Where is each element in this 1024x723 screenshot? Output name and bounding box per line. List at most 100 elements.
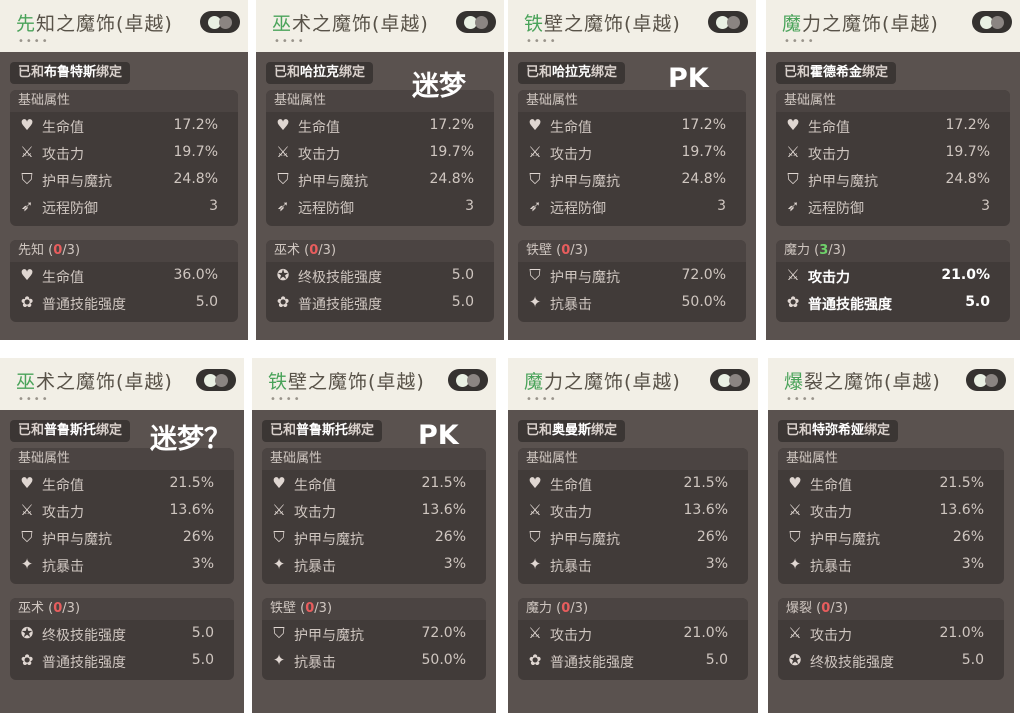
section-title: 铁壁 (0/3) (518, 240, 746, 262)
shield-icon: ⛉ (21, 170, 33, 188)
stat-row: ✿ 普通技能强度 5.0 (10, 289, 238, 316)
set-count-close: ) (840, 243, 847, 258)
lock-toggle-button[interactable] (966, 369, 1006, 391)
stat-label: 普通技能强度 (42, 297, 126, 313)
toggle-knob-icon (215, 374, 228, 387)
bound-hero-badge: 已和普鲁斯托绑定 (10, 420, 131, 442)
stat-label: 护甲与魔抗 (810, 532, 880, 548)
annotation-label: 迷梦 (412, 71, 466, 102)
lock-toggle-button[interactable] (200, 11, 240, 33)
lock-toggle-button[interactable] (448, 369, 488, 391)
stat-value: 5.0 (705, 652, 728, 668)
heart-icon: ♥ (272, 474, 286, 492)
stat-row: ✿ 普通技能强度 5.0 (518, 647, 748, 674)
crit-resist-icon: ✦ (788, 555, 802, 573)
bound-suffix: 绑定 (864, 423, 891, 438)
stat-value: 5.0 (191, 652, 214, 668)
heart-icon: ♥ (786, 116, 800, 134)
lock-toggle-button[interactable] (972, 11, 1012, 33)
section-title-text: 基础属性 (270, 451, 323, 466)
artifact-card[interactable]: 铁壁之魔饰(卓越) •••• 已和哈拉克绑定 基础属性 ♥ 生命值 17.2% ⚔ 攻击力 19.… (508, 0, 756, 340)
stat-label: 攻击力 (808, 147, 850, 163)
stat-value: 17.2% (945, 117, 990, 133)
stat-value: 24.8% (429, 171, 474, 187)
title-accent: 先 (16, 13, 37, 35)
stat-value: 50.0% (421, 652, 466, 668)
artifact-card[interactable]: 魔力之魔饰(卓越) •••• 已和奥曼斯绑定 基础属性 ♥ 生命值 21.5% ⚔ 攻击力 13.… (508, 358, 758, 713)
stat-row: ♥ 生命值 21.5% (518, 470, 748, 497)
shield-icon: ⛉ (273, 624, 285, 642)
section-title-text: 基础属性 (784, 93, 837, 108)
stat-value: 24.8% (681, 171, 726, 187)
bound-hero-name: 霍德希金 (810, 65, 863, 80)
stat-label: 远程防御 (42, 201, 98, 217)
stat-row: ⛉ 护甲与魔抗 26% (262, 524, 486, 551)
stat-label: 远程防御 (808, 201, 864, 217)
stat-label: 生命值 (42, 120, 84, 136)
toggle-knob-icon (727, 16, 740, 29)
set-count-open: ( (296, 601, 306, 616)
stat-value: 21.0% (683, 625, 728, 641)
lock-toggle-button[interactable] (710, 369, 750, 391)
stat-label: 终极技能强度 (42, 628, 126, 644)
sword-icon: ⚔ (786, 143, 800, 161)
sword-icon: ⚔ (276, 143, 290, 161)
stat-label: 抗暴击 (42, 559, 84, 575)
stat-value: 13.6% (683, 502, 728, 518)
shield-icon: ⛉ (21, 528, 33, 546)
stat-value: 5.0 (451, 294, 474, 310)
stat-row: ✿ 普通技能强度 5.0 (266, 289, 494, 316)
set-bonus-section: 魔力 (0/3) ⚔ 攻击力 21.0% ✿ 普通技能强度 5.0 (518, 598, 748, 680)
sword-icon: ⚔ (20, 501, 34, 519)
sword-icon: ⚔ (528, 143, 542, 161)
artifact-card[interactable]: 爆裂之魔饰(卓越) •••• 已和特弥希娅绑定 基础属性 ♥ 生命值 21.5% ⚔ 攻击力 13… (768, 358, 1014, 713)
stat-label: 生命值 (294, 478, 336, 494)
stat-value: 36.0% (173, 267, 218, 283)
title-text: 力之魔饰(卓越) (802, 13, 939, 35)
artifact-card[interactable]: 铁壁之魔饰(卓越) •••• 已和普鲁斯托绑定 基础属性 ♥ 生命值 21.5% ⚔ 攻击力 13… (252, 358, 496, 713)
stat-value: 5.0 (191, 625, 214, 641)
base-stats-section: 基础属性 ♥ 生命值 21.5% ⚔ 攻击力 13.6% ⛉ 护甲与魔抗 26% ✦ 抗暴击 3% (518, 448, 748, 584)
lock-toggle-button[interactable] (456, 11, 496, 33)
stat-value: 21.5% (421, 475, 466, 491)
artifact-card[interactable]: 巫术之魔饰(卓越) •••• 已和普鲁斯托绑定 基础属性 ♥ 生命值 21.5% ⚔ 攻击力 13… (0, 358, 244, 713)
section-title: 先知 (0/3) (10, 240, 238, 262)
rarity-dots: •••• (18, 394, 50, 405)
toggle-knob-icon (985, 374, 998, 387)
heart-icon: ♥ (528, 474, 542, 492)
base-stats-section: 基础属性 ♥ 生命值 17.2% ⚔ 攻击力 19.7% ⛉ 护甲与魔抗 24.8% ➶ 远程防御 3 (266, 90, 494, 226)
artifact-card[interactable]: 先知之魔饰(卓越) •••• 已和布鲁特斯绑定 基础属性 ♥ 生命值 17.2% ⚔ 攻击力 19… (0, 0, 248, 340)
stat-label: 护甲与魔抗 (294, 532, 364, 548)
stat-label: 生命值 (298, 120, 340, 136)
stat-label: 远程防御 (298, 201, 354, 217)
bound-prefix: 已和 (784, 65, 811, 80)
set-count: 0 (561, 601, 571, 616)
set-total: /3 (828, 243, 841, 258)
set-count-close: ) (330, 243, 337, 258)
stat-label: 护甲与魔抗 (550, 532, 620, 548)
rarity-dots: •••• (526, 36, 558, 47)
ranged-defense-icon: ➶ (528, 197, 542, 215)
section-title-text: 基础属性 (18, 451, 71, 466)
stat-row: ✦ 抗暴击 50.0% (262, 647, 486, 674)
stat-value: 21.5% (169, 475, 214, 491)
set-bonus-section: 巫术 (0/3) ✪ 终极技能强度 5.0 ✿ 普通技能强度 5.0 (266, 240, 494, 322)
card-title: 巫术之魔饰(卓越) (272, 9, 429, 36)
lock-toggle-button[interactable] (196, 369, 236, 391)
set-bonus-section: 铁壁 (0/3) ⛉ 护甲与魔抗 72.0% ✦ 抗暴击 50.0% (518, 240, 746, 322)
bound-suffix: 绑定 (591, 65, 618, 80)
stat-label: 抗暴击 (810, 559, 852, 575)
artifact-card[interactable]: 魔力之魔饰(卓越) •••• 已和霍德希金绑定 基础属性 ♥ 生命值 17.2% ⚔ 攻击力 19… (766, 0, 1020, 340)
set-count-open: ( (300, 243, 310, 258)
section-title-text: 基础属性 (274, 93, 327, 108)
stat-label: 生命值 (808, 120, 850, 136)
artifact-card[interactable]: 巫术之魔饰(卓越) •••• 已和哈拉克绑定 基础属性 ♥ 生命值 17.2% ⚔ 攻击力 19.… (256, 0, 504, 340)
set-count: 0 (561, 243, 571, 258)
annotation-label: PK (668, 63, 709, 94)
stat-value: 3% (705, 556, 728, 572)
stat-value: 13.6% (939, 502, 984, 518)
card-title: 巫术之魔饰(卓越) (16, 367, 173, 394)
stat-row: ⚔ 攻击力 19.7% (266, 139, 494, 166)
lock-toggle-button[interactable] (708, 11, 748, 33)
stat-row: ♥ 生命值 17.2% (776, 112, 1010, 139)
